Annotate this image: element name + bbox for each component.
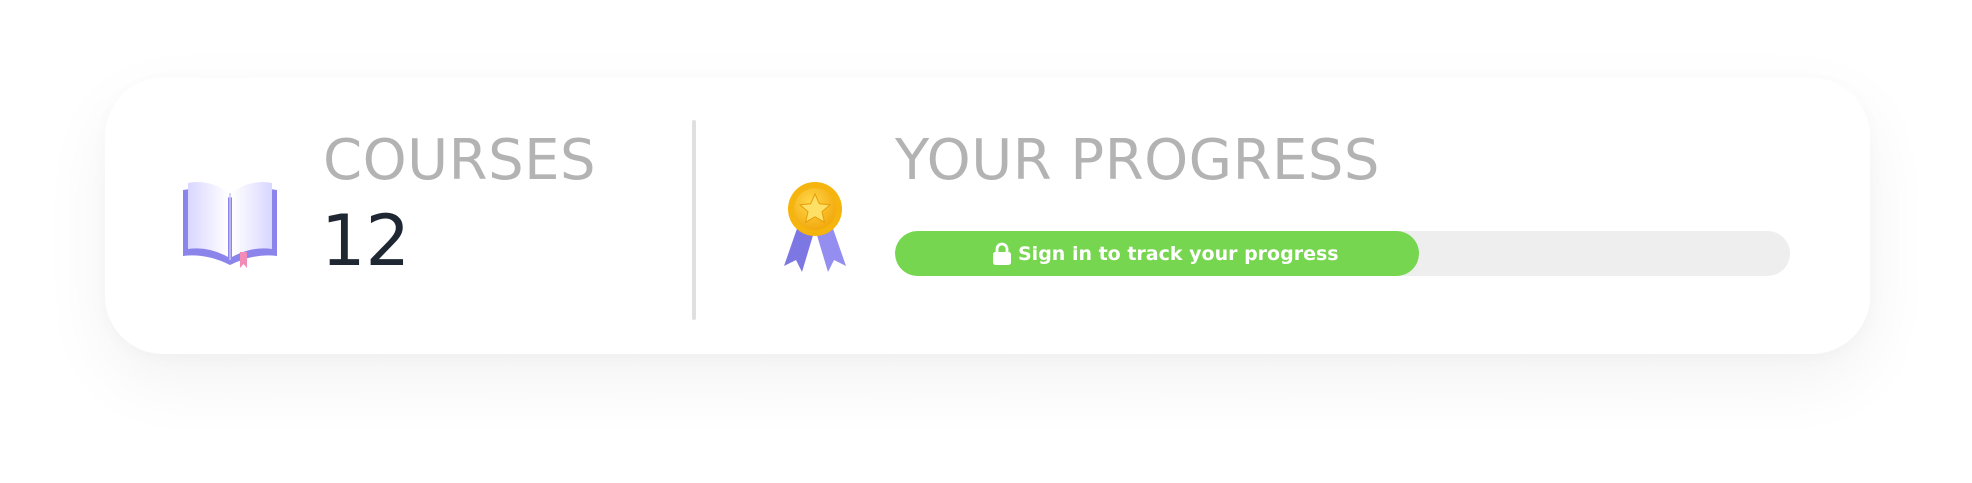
sign-in-text[interactable]: Sign in to track your progress (1018, 243, 1339, 265)
medal-icon (784, 182, 846, 272)
courses-count: 12 (321, 200, 411, 282)
book-icon (183, 182, 277, 268)
lock-icon (993, 242, 1011, 265)
courses-label: COURSES (323, 128, 597, 193)
progress-track[interactable]: Sign in to track your progress (895, 231, 1790, 276)
sign-in-prompt[interactable]: Sign in to track your progress (992, 231, 1339, 276)
stats-card: COURSES 12 YOUR PROGRESS Sign in to trac… (105, 78, 1870, 354)
progress-label: YOUR PROGRESS (895, 128, 1380, 193)
section-divider (692, 120, 696, 320)
progress-fill[interactable]: Sign in to track your progress (895, 231, 1419, 276)
